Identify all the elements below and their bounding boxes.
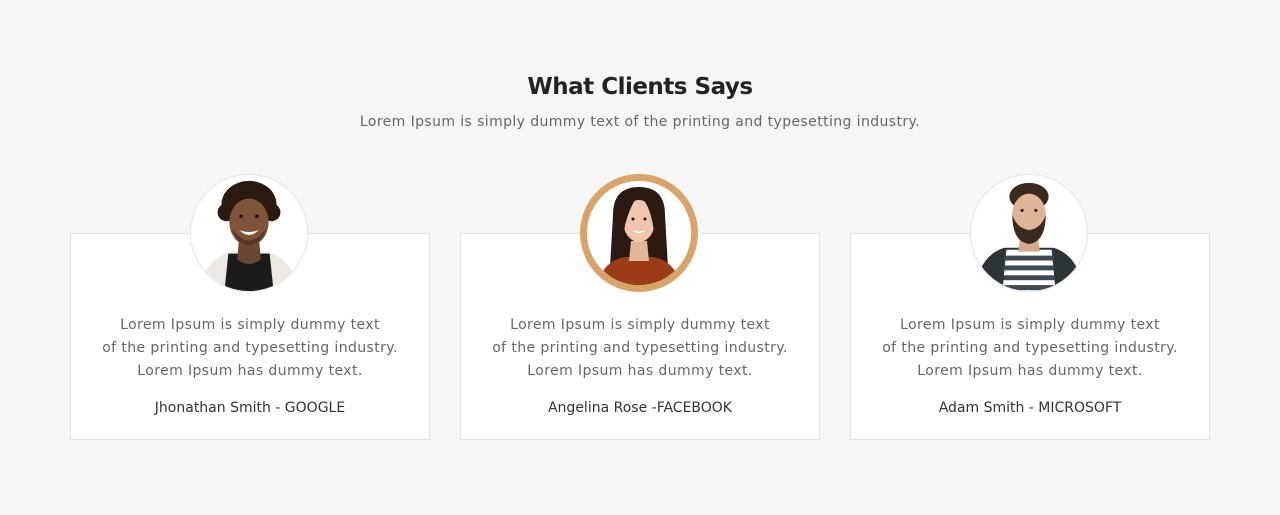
testimonial-quote: Lorem Ipsum is simply dummy text of the … (850, 314, 1210, 383)
client-avatar-1[interactable] (190, 174, 308, 292)
testimonial-quote: Lorem Ipsum is simply dummy text of the … (460, 314, 820, 383)
quote-line: Lorem Ipsum is simply dummy text (900, 317, 1160, 333)
quote-line: Lorem Ipsum has dummy text. (917, 363, 1143, 379)
testimonial-author: Angelina Rose -FACEBOOK (547, 400, 732, 416)
quote-line: Lorem Ipsum is simply dummy text (120, 317, 380, 333)
quote-line: Lorem Ipsum has dummy text. (527, 363, 753, 379)
woman-smiling-photo-icon (587, 181, 691, 285)
client-avatar-2[interactable] (580, 174, 698, 292)
section-subtitle: Lorem Ipsum is simply dummy text of the … (359, 114, 921, 130)
testimonial-author: Adam Smith - MICROSOFT (938, 400, 1122, 416)
quote-line: of the printing and typesetting industry… (492, 340, 788, 356)
bearded-man-photo-icon (971, 175, 1087, 291)
man-smiling-photo-icon (191, 175, 307, 291)
quote-line: of the printing and typesetting industry… (882, 340, 1178, 356)
client-avatar-3[interactable] (970, 174, 1088, 292)
quote-line: Lorem Ipsum has dummy text. (137, 363, 363, 379)
testimonial-author: Jhonathan Smith - GOOGLE (154, 400, 346, 416)
testimonial-quote: Lorem Ipsum is simply dummy text of the … (70, 314, 430, 383)
section-title: What Clients Says (527, 74, 753, 100)
quote-line: Lorem Ipsum is simply dummy text (510, 317, 770, 333)
quote-line: of the printing and typesetting industry… (102, 340, 398, 356)
